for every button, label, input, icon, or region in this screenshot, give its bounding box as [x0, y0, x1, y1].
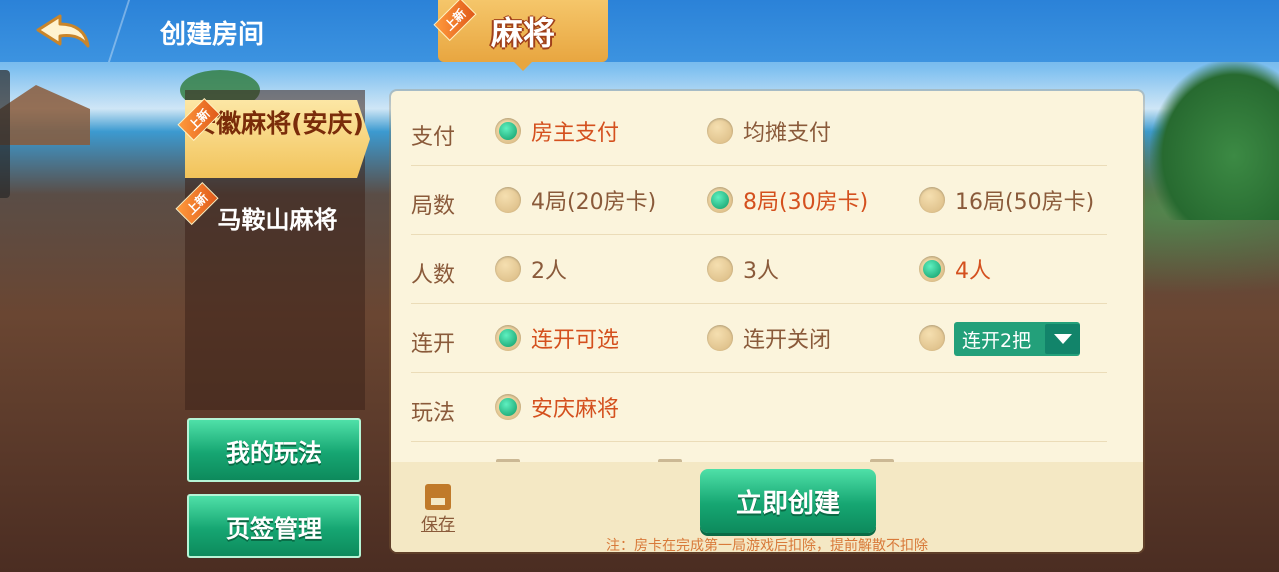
option-label: 房主支付 — [531, 121, 620, 146]
my-rules-button[interactable]: 我的玩法 — [187, 418, 361, 482]
option-8-rounds[interactable]: 8局(30房卡) — [707, 182, 868, 218]
option-label: 16局(50房卡) — [955, 190, 1095, 215]
create-now-button[interactable]: 立即创建 — [700, 469, 876, 533]
continuous-count-dropdown[interactable]: 连开2把 — [954, 322, 1080, 356]
row-label: 连开 — [411, 332, 456, 357]
chevron-down-icon[interactable] — [1045, 324, 1080, 354]
radio-checked-icon — [919, 256, 945, 282]
option-label: 均摊支付 — [743, 121, 832, 146]
row-label: 局数 — [411, 194, 456, 219]
island — [1150, 60, 1279, 220]
back-button[interactable] — [30, 10, 100, 50]
option-label: 安庆麻将 — [531, 397, 620, 422]
side-handle[interactable] — [0, 70, 10, 198]
back-arrow-icon — [36, 14, 90, 48]
option-label: 4人 — [955, 259, 991, 284]
option-anqing-mahjong[interactable]: 安庆麻将 — [495, 389, 619, 425]
option-2-players[interactable]: 2人 — [495, 251, 567, 287]
option-label: 连开关闭 — [743, 328, 832, 353]
row-label: 玩法 — [411, 401, 456, 426]
option-label: 4局(20房卡) — [531, 190, 657, 215]
option-continuous-off[interactable]: 连开关闭 — [707, 320, 831, 356]
option-label: 8局(30房卡) — [743, 190, 869, 215]
option-label: 连开可选 — [531, 328, 620, 353]
radio-checked-icon — [495, 118, 521, 144]
room-card-note: 注：房卡在完成第一局游戏后扣除，提前解散不扣除 — [606, 538, 928, 554]
radio-unchecked-icon — [707, 118, 733, 144]
option-16-rounds[interactable]: 16局(50房卡) — [919, 182, 1094, 218]
row-rules: 玩法 安庆麻将 — [411, 373, 1107, 442]
radio-checked-icon — [495, 325, 521, 351]
save-button[interactable]: 保存 — [415, 484, 461, 535]
tab-manage-button[interactable]: 页签管理 — [187, 494, 361, 558]
radio-unchecked-icon — [707, 256, 733, 282]
save-icon — [425, 484, 451, 510]
option-owner-pay[interactable]: 房主支付 — [495, 113, 619, 149]
tab-pointer — [514, 62, 532, 71]
option-continuous-optional[interactable]: 连开可选 — [495, 320, 619, 356]
option-split-pay[interactable]: 均摊支付 — [707, 113, 831, 149]
radio-unchecked-icon — [707, 325, 733, 351]
option-label: 3人 — [743, 259, 779, 284]
radio-unchecked-icon — [919, 187, 945, 213]
row-label: 支付 — [411, 125, 456, 150]
radio-checked-icon — [495, 394, 521, 420]
radio-checked-icon — [707, 187, 733, 213]
option-4-rounds[interactable]: 4局(20房卡) — [495, 182, 656, 218]
radio-unchecked-icon — [919, 325, 945, 351]
tab-mahjong-label: 麻将 — [490, 14, 555, 52]
option-continuous-count[interactable] — [919, 320, 945, 356]
radio-unchecked-icon — [495, 256, 521, 282]
row-label: 人数 — [411, 263, 456, 288]
radio-unchecked-icon — [495, 187, 521, 213]
option-label: 2人 — [531, 259, 567, 284]
row-rounds: 局数 4局(20房卡) 8局(30房卡) 16局(50房卡) — [411, 166, 1107, 235]
page-title: 创建房间 — [160, 20, 265, 50]
option-3-players[interactable]: 3人 — [707, 251, 779, 287]
row-players: 人数 2人 3人 4人 — [411, 235, 1107, 304]
dropdown-value: 连开2把 — [962, 329, 1032, 352]
option-4-players[interactable]: 4人 — [919, 251, 991, 287]
row-continuous: 连开 连开可选 连开关闭 连开2把 — [411, 304, 1107, 373]
save-label: 保存 — [421, 515, 455, 535]
row-payment: 支付 房主支付 均摊支付 — [411, 97, 1107, 166]
